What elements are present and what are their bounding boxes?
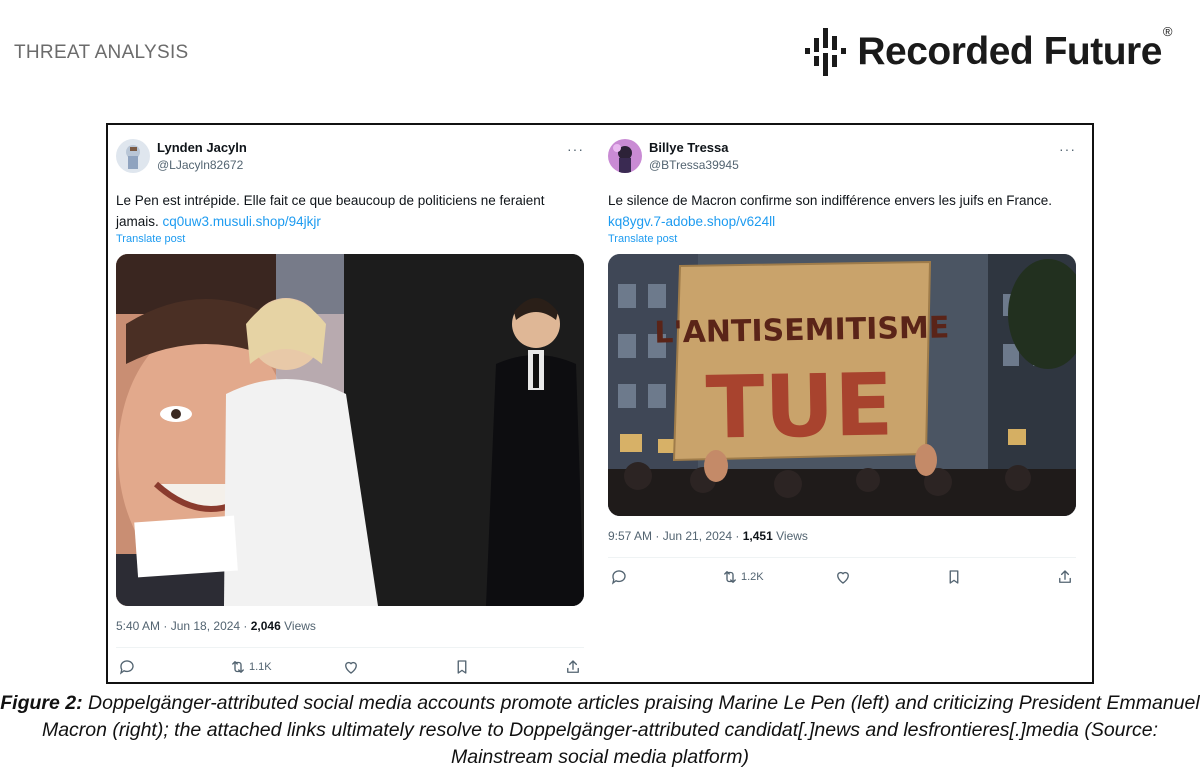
user-handle[interactable]: @LJacyln82672 <box>157 158 243 172</box>
sign-text-line1: L'ANTISEMITISME <box>654 310 950 350</box>
avatar[interactable] <box>116 139 150 173</box>
retweet-count: 1.1K <box>249 661 272 673</box>
reply-icon[interactable] <box>610 568 628 586</box>
views-count: 2,046 <box>250 619 281 633</box>
tweet-photo[interactable]: L'ANTISEMITISME TUE <box>608 254 1076 516</box>
rally-photo <box>116 254 584 606</box>
user-handle[interactable]: @BTressa39945 <box>649 158 739 172</box>
tweet-link[interactable]: cq0uw3.musuli.shop/94jkjr <box>163 214 321 229</box>
tweet-photo[interactable] <box>116 254 584 606</box>
retweet-button[interactable]: 1.1K <box>229 658 272 676</box>
reply-icon[interactable] <box>118 658 136 676</box>
like-icon[interactable] <box>834 568 852 586</box>
tweet-text: Le Pen est intrépide. Elle fait ce que b… <box>116 193 545 229</box>
tweet-actions: 1.2K <box>608 558 1078 592</box>
display-name[interactable]: Lynden Jacyln <box>157 140 247 155</box>
tweet-card-right: Billye Tressa @BTressa39945 ··· Le silen… <box>608 133 1078 592</box>
protest-photo: L'ANTISEMITISME TUE <box>608 254 1076 516</box>
bookmark-icon[interactable] <box>945 568 963 586</box>
retweet-button[interactable]: 1.2K <box>721 568 764 586</box>
share-icon[interactable] <box>564 658 582 676</box>
views-label: Views <box>772 529 808 543</box>
brand-name: Recorded Future® <box>857 24 1172 73</box>
tweet-text: Le silence de Macron confirme son indiff… <box>608 193 1052 229</box>
tweet-header: Lynden Jacyln @LJacyln82672 ··· <box>116 133 586 173</box>
display-name[interactable]: Billye Tressa <box>649 140 729 155</box>
caption-label: Figure 2: <box>0 692 83 714</box>
tweet-meta: 5:40 AM · Jun 18, 2024 · 2,046 Views <box>116 619 586 633</box>
brand-logo: Recorded Future® <box>803 24 1173 78</box>
views-label: Views <box>280 619 316 633</box>
tweet-meta: 9:57 AM · Jun 21, 2024 · 1,451 Views <box>608 529 1078 543</box>
retweet-count: 1.2K <box>741 571 764 583</box>
tweet-actions: 1.1K <box>116 648 586 682</box>
retweet-icon <box>232 661 244 673</box>
timestamp[interactable]: 9:57 AM · Jun 21, 2024 · <box>608 529 743 543</box>
retweet-icon <box>724 571 736 583</box>
tweet-link[interactable]: kq8ygv.7-adobe.shop/v624ll <box>608 214 775 229</box>
translate-post-link[interactable]: Translate post <box>116 233 586 245</box>
like-icon[interactable] <box>342 658 360 676</box>
figure-frame: Lynden Jacyln @LJacyln82672 ··· Le Pen e… <box>106 123 1094 684</box>
tweet-header: Billye Tressa @BTressa39945 ··· <box>608 133 1078 173</box>
caption-text: Doppelgänger-attributed social media acc… <box>41 692 1200 768</box>
tweet-card-left: Lynden Jacyln @LJacyln82672 ··· Le Pen e… <box>116 133 586 682</box>
sign-text-line2: TUE <box>705 355 894 458</box>
more-options-icon[interactable]: ··· <box>567 141 584 157</box>
timestamp[interactable]: 5:40 AM · Jun 18, 2024 · <box>116 619 251 633</box>
more-options-icon[interactable]: ··· <box>1059 141 1076 157</box>
figure-caption: Figure 2: Doppelgänger-attributed social… <box>0 690 1200 771</box>
translate-post-link[interactable]: Translate post <box>608 233 1078 245</box>
recorded-future-logo-icon <box>805 28 847 76</box>
avatar[interactable] <box>608 139 642 173</box>
share-icon[interactable] <box>1056 568 1074 586</box>
views-count: 1,451 <box>742 529 773 543</box>
bookmark-icon[interactable] <box>453 658 471 676</box>
section-label: THREAT ANALYSIS <box>14 42 189 63</box>
